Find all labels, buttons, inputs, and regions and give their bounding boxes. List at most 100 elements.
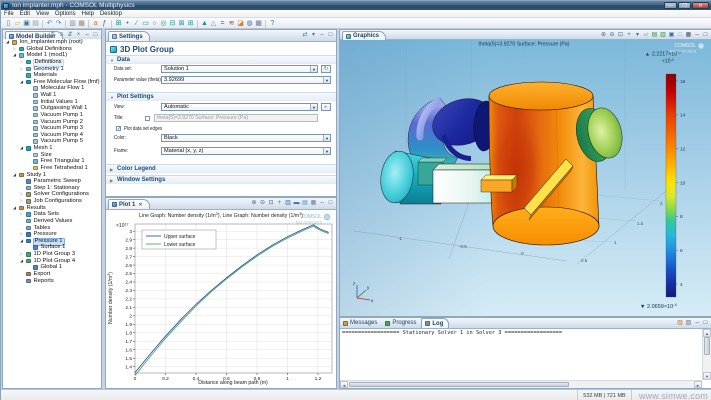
draw-line-icon[interactable]: ∕ [133, 19, 141, 28]
tree-item[interactable]: ◢Free Molecular Flow (fmf) [3, 79, 101, 86]
menu-file[interactable]: File [1, 10, 17, 18]
zoom-extents-icon[interactable]: + [276, 199, 283, 207]
collapsed-arrow-icon[interactable]: ▷ [20, 198, 23, 205]
variables-icon[interactable]: a [92, 19, 100, 28]
tree-item[interactable]: ◢Model 1 (mod1) [3, 52, 101, 59]
close-tab-icon[interactable]: ✕ [138, 202, 142, 208]
combo-arrow-icon[interactable]: ▼ [323, 148, 330, 154]
boolean-subtract-icon[interactable]: ⊟ [169, 19, 177, 28]
snapshot-icon[interactable]: ▦ [310, 199, 317, 207]
undo-icon[interactable]: ↶ [46, 19, 54, 28]
expanded-arrow-icon[interactable]: ◢ [13, 172, 16, 179]
functions-icon[interactable]: ƒ [101, 19, 109, 28]
compute-icon[interactable]: = [219, 19, 227, 28]
data-set-combo[interactable]: Solution 1 ▼ [161, 65, 318, 73]
transparency-icon[interactable]: ▥ [660, 31, 667, 39]
zoom-out-icon[interactable]: ⊖ [259, 199, 266, 207]
maximize-panel-icon[interactable]: □ [92, 31, 99, 39]
expanded-arrow-icon[interactable]: ◢ [20, 145, 23, 152]
menu-help[interactable]: Help [79, 10, 97, 18]
log-horizontal-scrollbar[interactable]: ◄ ► [340, 380, 702, 388]
redo-icon[interactable]: ↷ [55, 19, 63, 28]
zoom-in-icon[interactable]: ⊕ [600, 31, 607, 39]
view-combo[interactable]: Automatic ▼ [161, 103, 318, 111]
tree-item[interactable]: ◢Study 1 [3, 172, 101, 179]
tree-item[interactable]: Vacuum Pump 2 [3, 119, 101, 126]
tree-item[interactable]: ▷Geometry 1 [3, 66, 101, 73]
select-box-icon[interactable]: ▣ [668, 31, 675, 39]
zoom-box-icon[interactable]: ⊡ [617, 31, 624, 39]
section-color-legend[interactable]: ▶ Color Legend [106, 164, 336, 173]
scrollbar-thumb[interactable] [349, 382, 569, 387]
filter-icon[interactable]: × [75, 31, 82, 39]
new-icon[interactable]: ▯ [5, 19, 13, 28]
title-checkbox[interactable] [145, 116, 150, 121]
menu-view[interactable]: View [33, 10, 52, 18]
array-icon[interactable]: ⊞ [187, 19, 195, 28]
minimize-panel-icon[interactable]: – [694, 31, 701, 39]
tree-item[interactable]: Wall 1 [3, 92, 101, 99]
scroll-up-icon[interactable]: ▲ [703, 329, 711, 337]
tree-item[interactable]: Vacuum Pump 5 [3, 138, 101, 145]
tree-item[interactable]: Outgassing Wall 1 [3, 105, 101, 112]
collapsed-arrow-icon[interactable]: ▷ [20, 59, 23, 66]
draw-point-icon[interactable]: • [124, 19, 132, 28]
collapsed-arrow-icon[interactable]: ▷ [20, 66, 23, 73]
clear-log-icon[interactable]: ▨ [677, 319, 684, 327]
section-window-settings[interactable]: ▶ Window Settings [106, 175, 336, 184]
minimize-panel-icon[interactable]: – [319, 31, 326, 39]
tree-item[interactable]: Surface 1 [3, 244, 101, 251]
go-to-view-button[interactable]: ▸ [321, 103, 331, 111]
combo-arrow-icon[interactable]: ▼ [310, 104, 317, 110]
minimize-panel-icon[interactable]: – [84, 31, 91, 39]
log-settings-icon[interactable]: ▧ [685, 319, 692, 327]
scene-light-icon[interactable]: ▤ [651, 31, 658, 39]
copy-icon[interactable]: ▥ [69, 19, 77, 28]
tree-item[interactable]: ▷1D Plot Group 3 [3, 251, 101, 258]
paste-icon[interactable]: ▦ [78, 19, 86, 28]
dropdown-icon[interactable]: ▾ [310, 31, 317, 39]
minimize-panel-icon[interactable]: – [319, 199, 326, 207]
refresh-solution-button[interactable]: ↻ [321, 65, 331, 73]
tab-log[interactable]: Log [421, 318, 449, 328]
tree-item[interactable]: Vacuum Pump 3 [3, 125, 101, 132]
log-vertical-scrollbar[interactable]: ▲ ▼ [702, 329, 711, 380]
tree-item[interactable]: Free Triangular 1 [3, 158, 101, 165]
combo-arrow-icon[interactable]: ▼ [323, 77, 330, 83]
maximize-panel-icon[interactable]: □ [702, 31, 709, 39]
maximize-panel-icon[interactable]: □ [327, 31, 334, 39]
tree-item[interactable]: Parametric Sweep [3, 178, 101, 185]
tab-settings[interactable]: Settings [108, 31, 150, 41]
combo-arrow-icon[interactable]: ▼ [310, 66, 317, 72]
tree-item[interactable]: ◢Results [3, 205, 101, 212]
move-node-icon[interactable]: ⇵ [67, 31, 74, 39]
boolean-intersect-icon[interactable]: ⊠ [178, 19, 186, 28]
graphics-canvas[interactable]: -1-0.50 0.511.52 [340, 40, 711, 316]
scroll-right-icon[interactable]: ► [694, 381, 702, 388]
color-combo[interactable]: Black ▼ [161, 134, 331, 142]
x-axis-data-icon[interactable]: ▬ [293, 199, 300, 207]
menu-options[interactable]: Options [52, 10, 79, 18]
tree-item[interactable]: ▷Data Sets [3, 211, 101, 218]
collapsed-arrow-icon[interactable]: ▷ [20, 211, 23, 218]
tab-progress[interactable]: Progress [382, 318, 421, 328]
scrollbar-thumb[interactable] [704, 337, 710, 355]
tree-item[interactable]: ▷Global Definitions [3, 46, 101, 53]
parameter-value-combo[interactable]: 3.92699 ▼ [161, 76, 331, 84]
scroll-down-icon[interactable]: ▼ [703, 372, 711, 380]
print-icon[interactable]: ▤ [32, 19, 40, 28]
section-data[interactable]: ▼ Data [106, 55, 336, 64]
image-icon[interactable]: ▦ [255, 19, 263, 28]
tree-item[interactable]: ◢Ion_implanter.mph (root) [3, 39, 101, 46]
deselect-icon[interactable]: □ [677, 31, 684, 39]
tree-item[interactable]: Vacuum Pump 1 [3, 112, 101, 119]
combo-arrow-icon[interactable]: ▼ [323, 135, 330, 141]
tree-item[interactable]: Derived Values [3, 218, 101, 225]
zoom-in-icon[interactable]: ⊕ [251, 199, 258, 207]
collapsed-arrow-icon[interactable]: ▷ [20, 191, 23, 198]
tree-item[interactable]: Global 1 [3, 264, 101, 271]
tree-item[interactable]: Free Tetrahedral 1 [3, 165, 101, 172]
geometry-icon[interactable]: ⊞ [115, 19, 123, 28]
tree-item[interactable]: ▷Definitions [3, 59, 101, 66]
axis-settings-icon[interactable]: ▤ [302, 199, 309, 207]
